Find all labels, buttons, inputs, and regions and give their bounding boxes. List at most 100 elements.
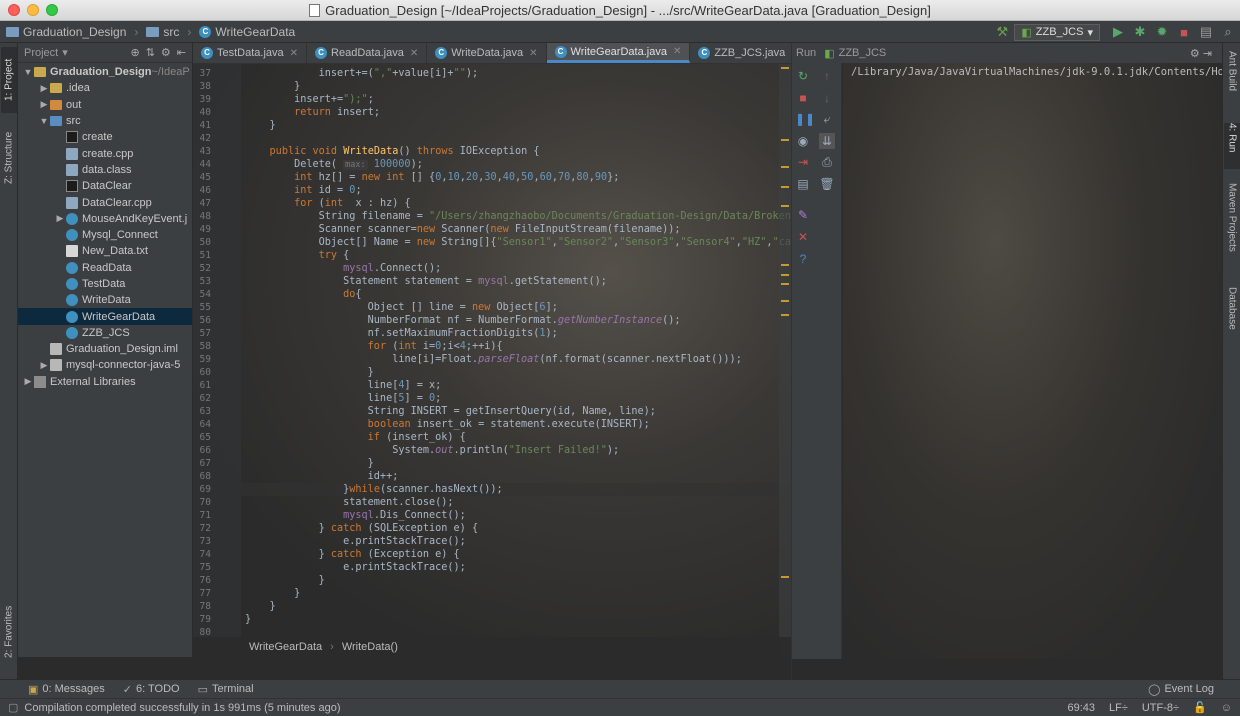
tab-maven[interactable]: Maven Projects xyxy=(1224,183,1240,269)
up-arrow-icon[interactable]: ↑ xyxy=(819,68,835,84)
warning-mark[interactable] xyxy=(781,300,789,302)
tree-item[interactable]: ▶ mysql-connector-java-5 xyxy=(18,357,192,373)
maximize-window-button[interactable] xyxy=(46,4,58,16)
tab-terminal[interactable]: ▭ Terminal xyxy=(198,683,254,696)
wrap-icon[interactable]: ⤶ xyxy=(819,111,835,127)
warning-mark[interactable] xyxy=(781,274,789,276)
tree-item[interactable]: create xyxy=(18,129,192,145)
tree-item[interactable]: ▼ src xyxy=(18,113,192,129)
tab-favorites[interactable]: 2: Favorites xyxy=(1,597,17,667)
warning-mark[interactable] xyxy=(781,139,789,141)
chevron-right-icon[interactable]: ▶ xyxy=(38,360,50,371)
tree-item[interactable]: ZZB_JCS xyxy=(18,325,192,341)
crumb-class[interactable]: C WriteGearData xyxy=(199,25,295,39)
chevron-right-icon[interactable]: ▶ xyxy=(22,376,34,387)
close-tab-icon[interactable]: ✕ xyxy=(410,48,418,59)
tree-item[interactable]: create.cpp xyxy=(18,145,192,161)
tab-event-log[interactable]: ◯ Event Log xyxy=(1148,683,1214,696)
gear-icon[interactable]: ⚙ xyxy=(161,46,171,59)
tree-item[interactable]: New_Data.txt xyxy=(18,243,192,259)
tab-todo[interactable]: ✓ 6: TODO xyxy=(123,683,180,696)
tab-ant-build[interactable]: Ant Build xyxy=(1224,51,1240,111)
file-encoding[interactable]: UTF-8÷ xyxy=(1142,702,1179,714)
pin-icon[interactable]: ✎ xyxy=(795,207,811,223)
down-arrow-icon[interactable]: ↓ xyxy=(819,90,835,106)
close-tab-icon[interactable]: ✕ xyxy=(290,48,298,59)
tree-item[interactable]: TestData xyxy=(18,276,192,292)
stop-icon[interactable]: ■ xyxy=(795,90,811,106)
breadcrumb-method[interactable]: WriteData() xyxy=(342,641,398,653)
scroll-to-end-icon[interactable]: ⇊ xyxy=(819,133,835,149)
chevron-right-icon[interactable]: ▶ xyxy=(38,83,50,94)
warning-mark[interactable] xyxy=(781,186,789,188)
coverage-icon[interactable]: ✹ xyxy=(1152,24,1172,40)
gear-icon[interactable]: ⚙ ⇥ xyxy=(1190,47,1222,60)
tree-item[interactable]: ▶ .idea xyxy=(18,80,192,96)
tab-messages[interactable]: ▣ 0: Messages xyxy=(28,683,105,696)
run-config-name[interactable]: ZZB_JCS xyxy=(839,47,887,59)
tree-item[interactable]: data.class xyxy=(18,162,192,178)
run-config-select[interactable]: ◧ ZZB_JCS ▾ xyxy=(1014,23,1100,41)
trash-icon[interactable]: 🗑 xyxy=(819,176,835,192)
crumb-project[interactable]: Graduation_Design xyxy=(6,25,126,39)
pause-icon[interactable]: ❚❚ xyxy=(795,111,815,127)
chevron-right-icon[interactable]: ▶ xyxy=(54,213,66,224)
tree-item[interactable]: WriteGearData xyxy=(18,308,192,325)
close-tab-icon[interactable]: ✕ xyxy=(529,48,537,59)
run-icon[interactable]: ▶ xyxy=(1108,24,1128,40)
tab-database[interactable]: Database xyxy=(1224,287,1240,345)
tab-structure[interactable]: Z: Structure xyxy=(1,123,17,193)
close-icon[interactable]: ✕ xyxy=(795,229,811,245)
warning-mark[interactable] xyxy=(781,283,789,285)
editor-tab[interactable]: C TestData.java ✕ xyxy=(193,43,308,63)
warning-mark[interactable] xyxy=(781,205,789,207)
collapse-icon[interactable]: ⇅ xyxy=(146,46,155,59)
chevron-down-icon[interactable]: ▼ xyxy=(38,116,50,126)
project-view-label[interactable]: Project xyxy=(24,47,58,59)
close-tab-icon[interactable]: ✕ xyxy=(673,46,681,57)
layout-icon[interactable]: ▤ xyxy=(795,176,811,192)
hide-icon[interactable]: ⇤ xyxy=(177,46,186,59)
locate-icon[interactable]: ⊕ xyxy=(130,46,139,59)
chevron-right-icon[interactable]: ▶ xyxy=(38,99,50,110)
editor-tab[interactable]: C WriteData.java ✕ xyxy=(427,43,547,63)
tree-item[interactable]: Mysql_Connect xyxy=(18,227,192,243)
crumb-src[interactable]: src xyxy=(146,25,179,39)
caret-position[interactable]: 69:43 xyxy=(1067,702,1095,714)
tree-item[interactable]: WriteData xyxy=(18,292,192,308)
warning-mark[interactable] xyxy=(781,576,789,578)
tree-item[interactable]: DataClear xyxy=(18,178,192,194)
status-toggle-icon[interactable]: ▢ xyxy=(8,701,18,714)
exit-icon[interactable]: ⇥ xyxy=(795,154,811,170)
tree-item[interactable]: DataClear.cpp xyxy=(18,194,192,210)
tab-project[interactable]: 1: Project xyxy=(1,47,17,113)
stop-icon[interactable]: ■ xyxy=(1174,25,1194,40)
warning-mark[interactable] xyxy=(781,166,789,168)
tree-item[interactable]: ▼ Graduation_Design ~/IdeaP xyxy=(18,64,192,80)
breadcrumb-class[interactable]: WriteGearData xyxy=(249,641,322,653)
help-icon[interactable]: ? xyxy=(795,251,811,267)
minimize-window-button[interactable] xyxy=(27,4,39,16)
structure-icon[interactable]: ▤ xyxy=(1196,24,1216,40)
editor-tab[interactable]: C ReadData.java ✕ xyxy=(307,43,428,63)
line-separator[interactable]: LF÷ xyxy=(1109,702,1128,714)
tree-item[interactable]: ▶ out xyxy=(18,97,192,113)
tab-run[interactable]: 4: Run xyxy=(1224,123,1240,169)
tree-item[interactable]: ▶ MouseAndKeyEvent.j xyxy=(18,211,192,227)
warning-mark[interactable] xyxy=(781,67,789,69)
console-output[interactable]: /Library/Java/JavaVirtualMachines/jdk-9.… xyxy=(843,63,1223,659)
print-icon[interactable]: ⎙ xyxy=(819,154,835,170)
camera-icon[interactable]: ◉ xyxy=(795,133,811,149)
warning-mark[interactable] xyxy=(781,314,789,316)
warning-mark[interactable] xyxy=(781,264,789,266)
chevron-down-icon[interactable]: ▾ xyxy=(62,46,68,59)
tree-item[interactable]: ReadData xyxy=(18,260,192,276)
lock-icon[interactable]: 🔓 xyxy=(1193,701,1207,714)
editor-tab[interactable]: CZZB_JCS.java✕ xyxy=(690,43,791,63)
close-window-button[interactable] xyxy=(8,4,20,16)
build-icon[interactable]: ⚒ xyxy=(992,24,1012,40)
code-area[interactable]: 37 insert+=(","+value[i]+""); 38 } 39 inse… xyxy=(193,64,791,657)
search-icon[interactable]: ⌕ xyxy=(1218,24,1238,40)
editor-tab[interactable]: C WriteGearData.java ✕ xyxy=(546,43,691,63)
inspector-icon[interactable]: ☺ xyxy=(1221,702,1232,714)
